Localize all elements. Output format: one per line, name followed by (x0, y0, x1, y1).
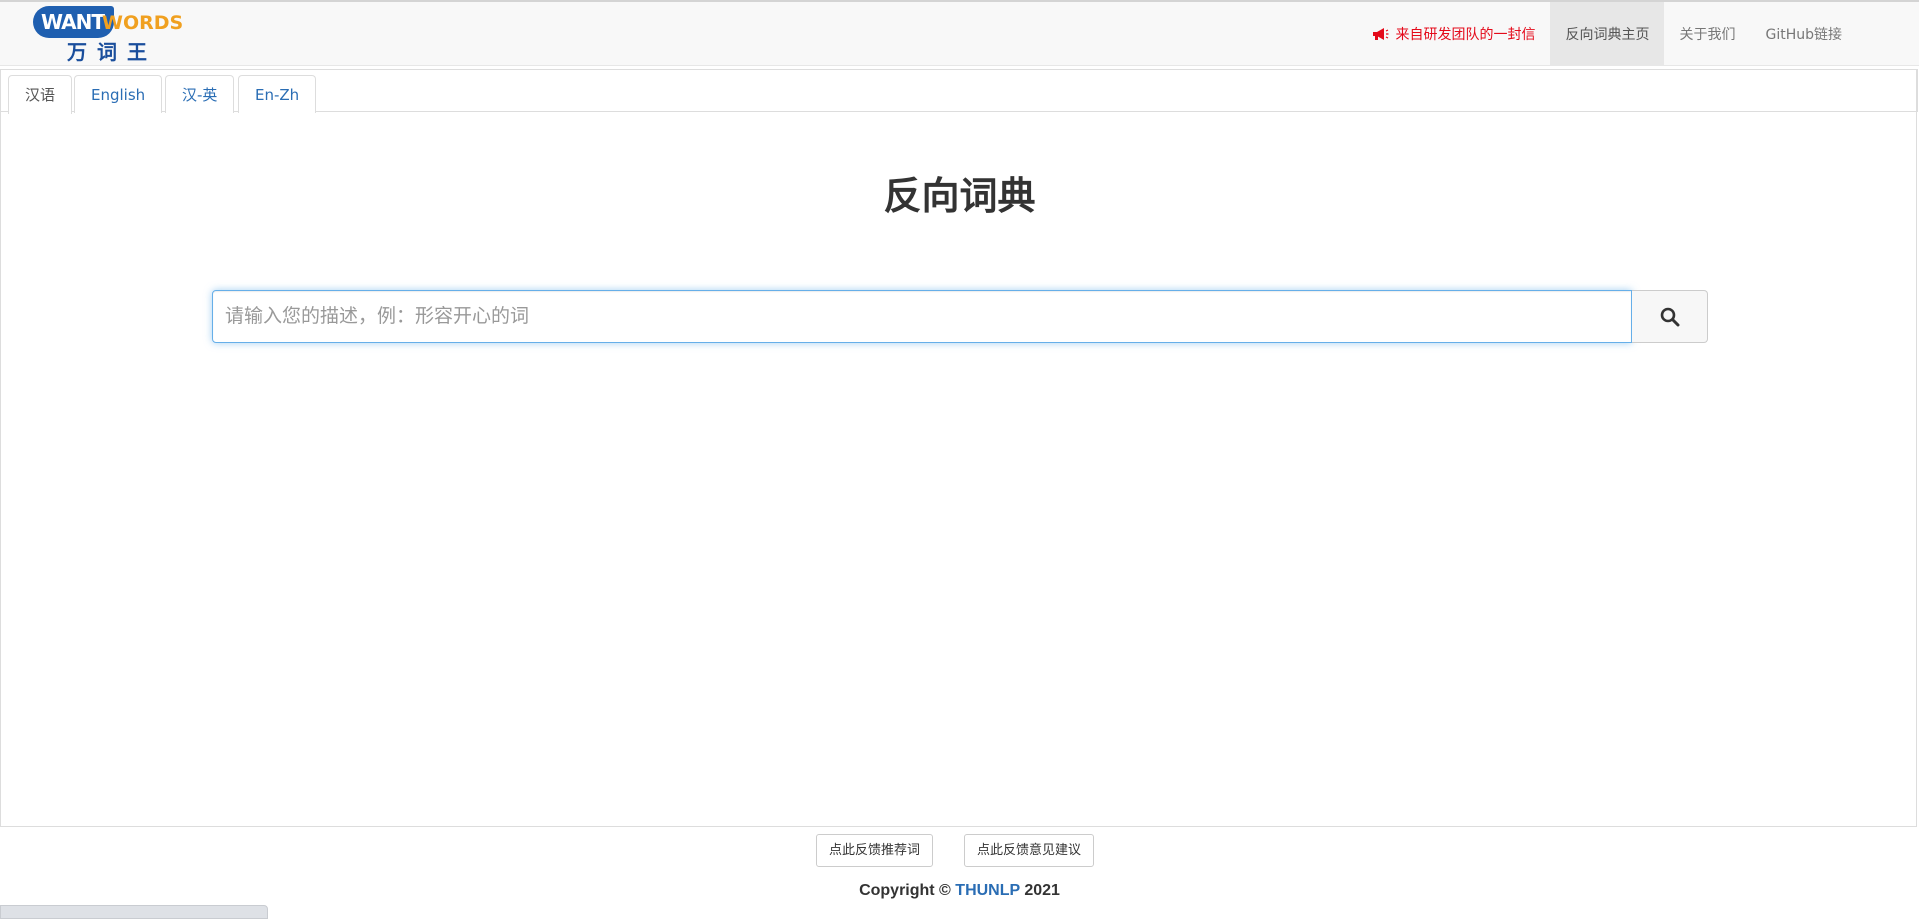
tab-chinese[interactable]: 汉语 (8, 75, 73, 114)
nav-home-label: 反向词典主页 (1565, 27, 1650, 43)
feedback-recommend-button[interactable]: 点此反馈推荐词 (816, 834, 934, 867)
copyright-year: 2021 (1024, 882, 1060, 899)
megaphone-icon (1373, 28, 1389, 40)
tab-english[interactable]: English (74, 75, 163, 113)
nav-team-letter-label: 来自研发团队的一封信 (1395, 27, 1536, 43)
tab-chinese-english[interactable]: 汉-英 (165, 75, 235, 113)
nav-team-letter-link[interactable]: 来自研发团队的一封信 (1357, 2, 1550, 66)
nav-github-label: GitHub链接 (1765, 27, 1842, 43)
search-button[interactable] (1632, 290, 1708, 343)
page-title: 反向词典 (883, 173, 1036, 218)
copyright-footer: Copyright © THUNLP 2021 (0, 882, 1919, 900)
copyright-prefix: Copyright © (859, 882, 951, 899)
nav-home-link[interactable]: 反向词典主页 (1550, 2, 1665, 66)
search-icon (1660, 307, 1679, 326)
feedback-suggest-button[interactable]: 点此反馈意见建议 (964, 834, 1095, 867)
wantwords-logo[interactable]: WANT WORDS 万词王 (33, 6, 193, 66)
browser-status-bar (0, 905, 268, 919)
nav-about-link[interactable]: 关于我们 (1664, 2, 1750, 66)
top-navbar: WANT WORDS 万词王 来自研发团队的一封信 反向词典主页 关于我们 Gi… (0, 0, 1919, 66)
logo-words-text: WORDS (102, 12, 184, 34)
language-tabs: 汉语 English 汉-英 En-Zh (1, 69, 1918, 114)
search-bar (212, 290, 1708, 343)
nav-github-link[interactable]: GitHub链接 (1750, 2, 1857, 66)
thunlp-link[interactable]: THUNLP (955, 882, 1020, 899)
tab-english-chinese[interactable]: En-Zh (238, 75, 317, 113)
nav-about-label: 关于我们 (1679, 27, 1736, 43)
logo-chinese-name: 万词王 (67, 40, 157, 64)
nav-menu: 来自研发团队的一封信 反向词典主页 关于我们 GitHub链接 (1357, 2, 1857, 66)
search-input[interactable] (212, 290, 1632, 343)
